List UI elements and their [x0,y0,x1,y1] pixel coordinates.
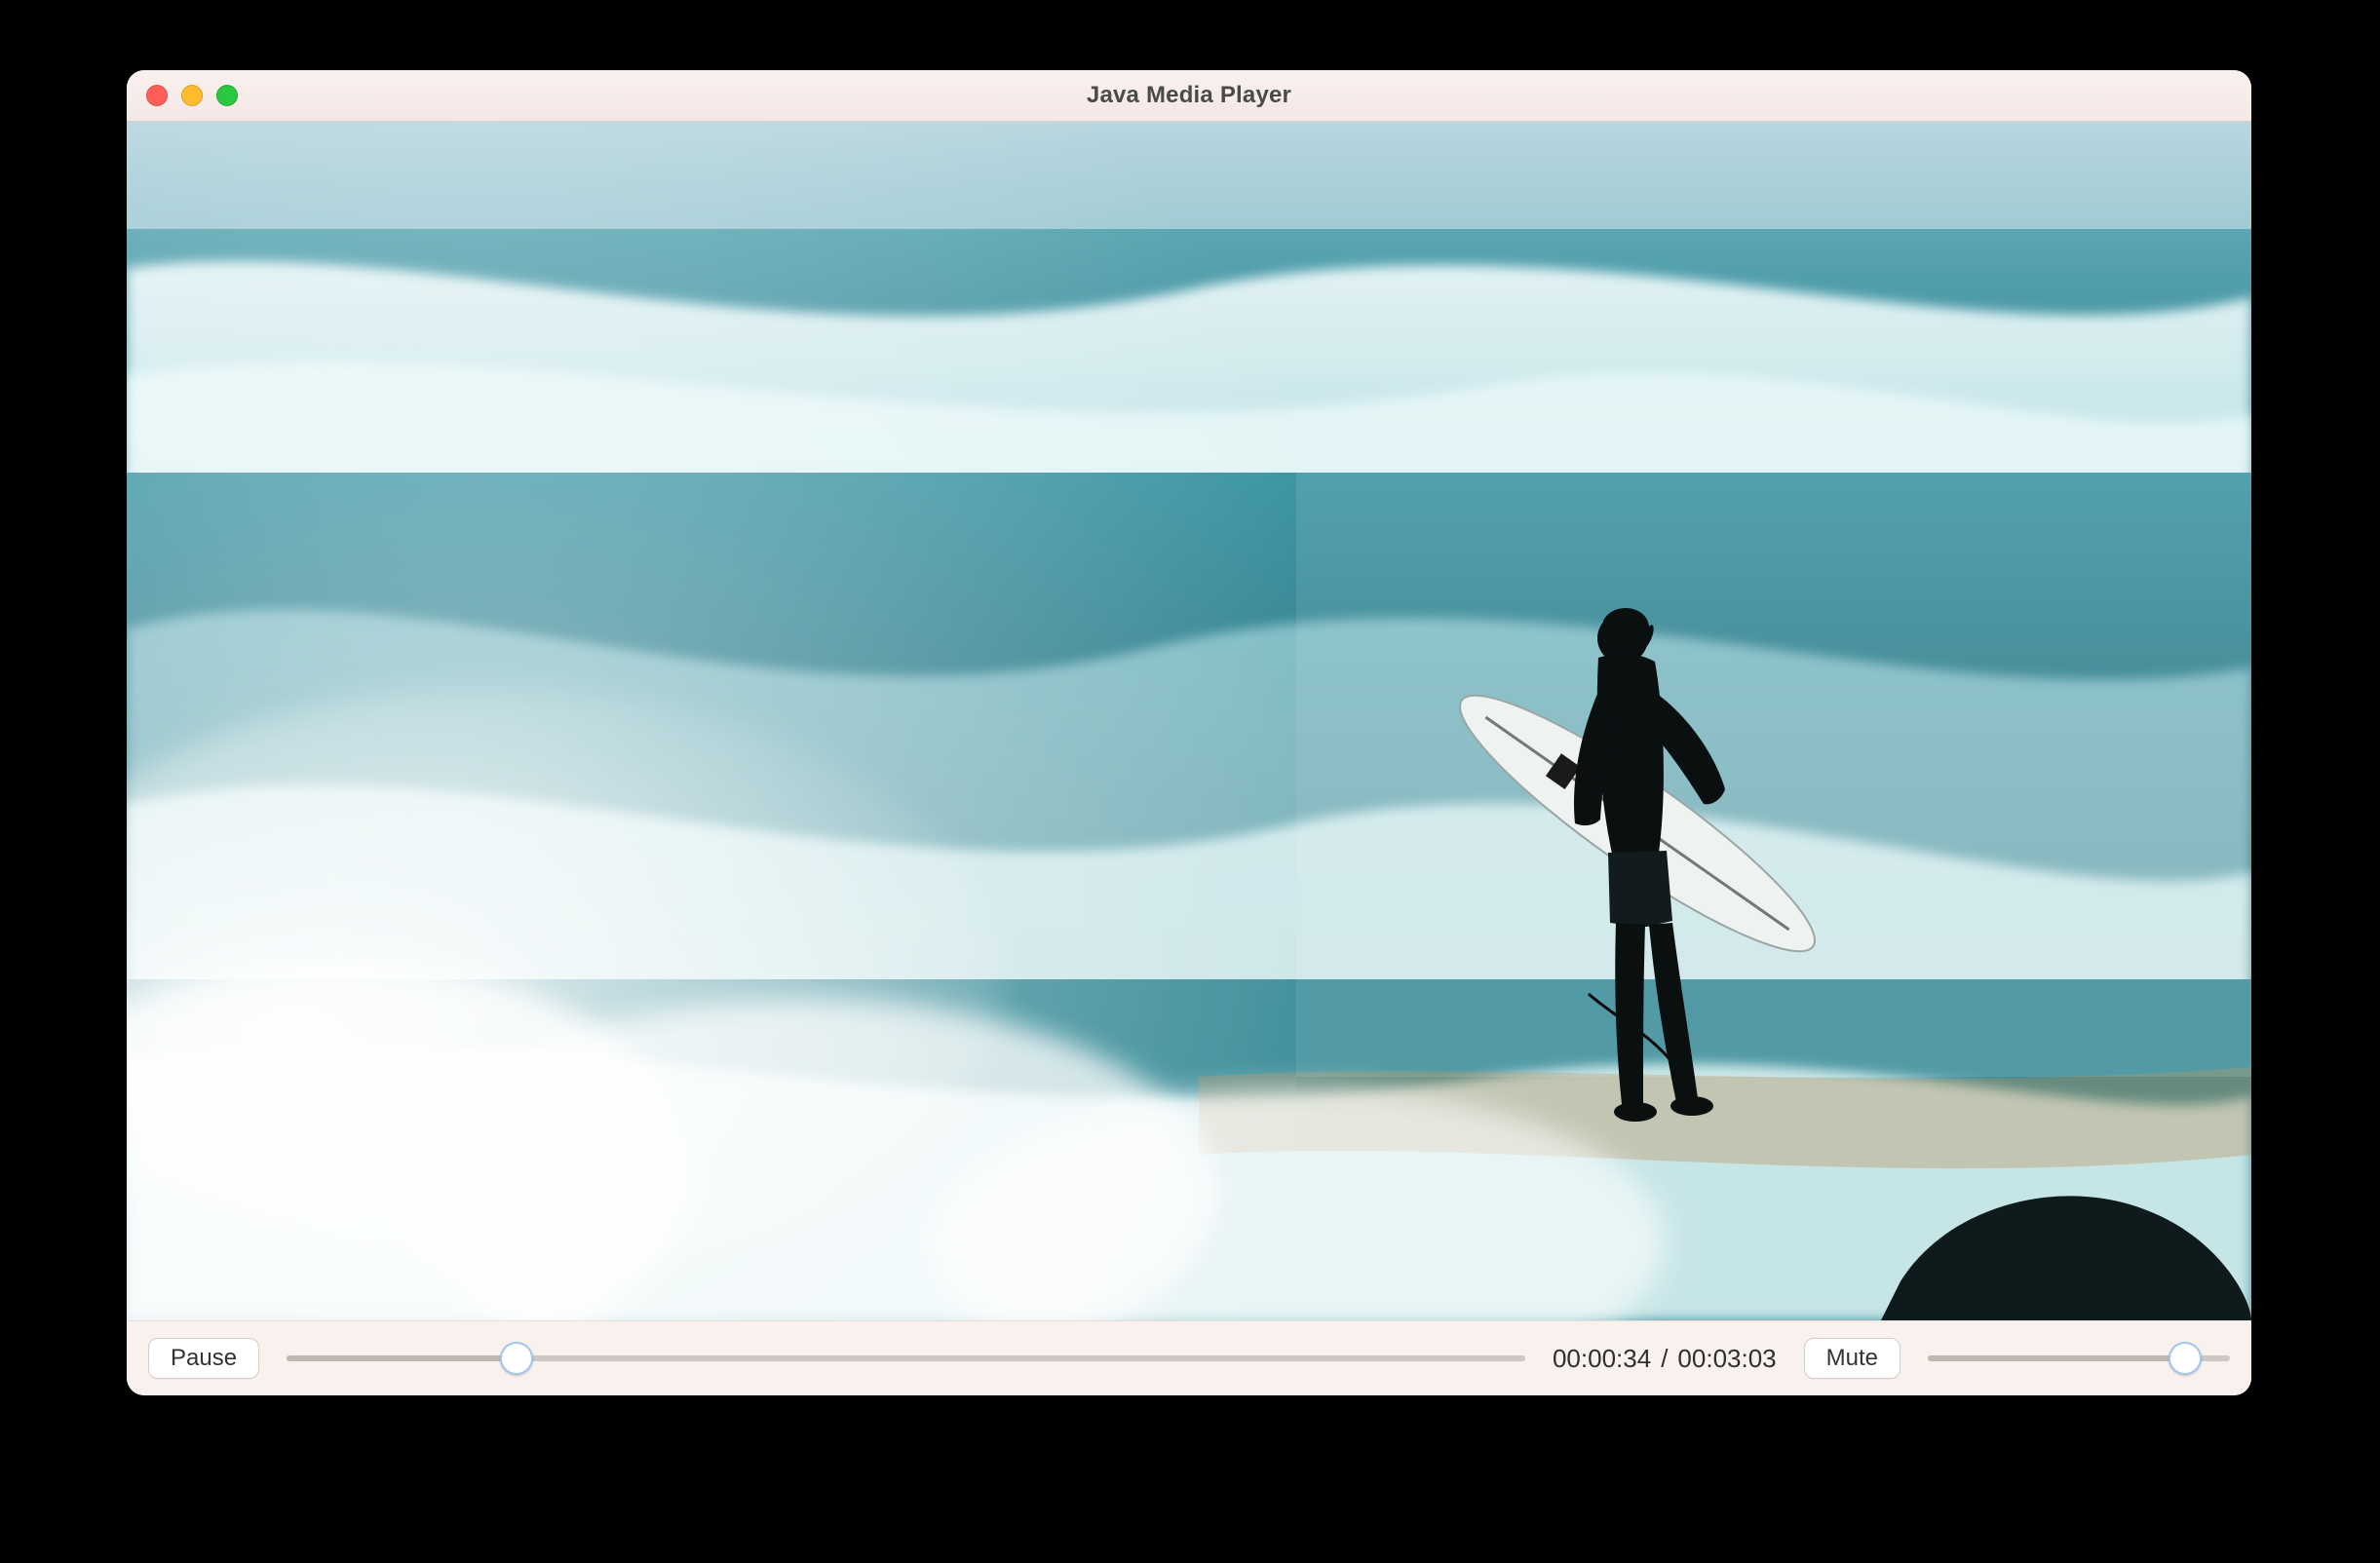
titlebar[interactable]: Java Media Player [127,70,2251,122]
seek-slider[interactable] [287,1347,1525,1370]
volume-thumb[interactable] [2169,1342,2202,1375]
video-viewport[interactable] [127,122,2251,1320]
seek-fill [287,1355,517,1361]
time-display: 00:00:34 / 00:03:03 [1553,1344,1777,1374]
window-controls [146,85,238,106]
total-time: 00:03:03 [1677,1344,1776,1374]
seek-thumb[interactable] [500,1342,533,1375]
desktop-background: Java Media Player [0,0,2380,1563]
minimize-icon[interactable] [181,85,203,106]
volume-fill [1928,1355,2185,1361]
current-time: 00:00:34 [1553,1344,1651,1374]
seek-track [287,1355,1525,1361]
mute-button[interactable]: Mute [1804,1338,1900,1379]
zoom-icon[interactable] [216,85,238,106]
volume-slider[interactable] [1928,1347,2230,1370]
close-icon[interactable] [146,85,168,106]
media-player-window: Java Media Player [127,70,2251,1395]
time-separator: / [1661,1344,1668,1374]
video-frame-illustration [127,122,2251,1320]
window-title: Java Media Player [1087,82,1291,109]
pause-button[interactable]: Pause [148,1338,259,1379]
playback-controls: Pause 00:00:34 / 00:03:03 Mute [127,1320,2251,1395]
